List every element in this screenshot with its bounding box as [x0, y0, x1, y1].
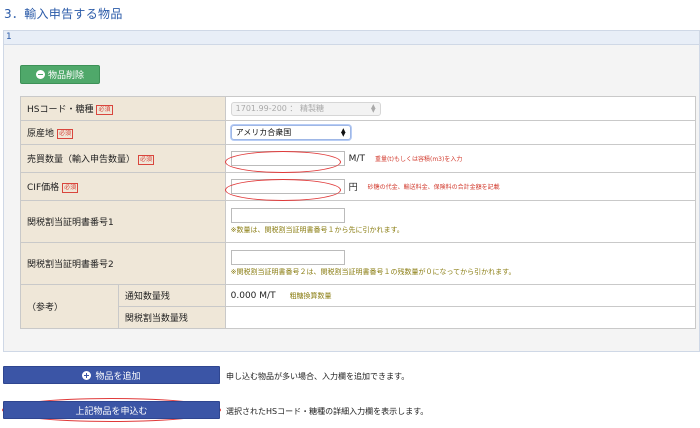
hs-code-select[interactable]: 1701.99-200 ： 精製糖 ▲ ▼ — [230, 101, 381, 116]
notified-label-cell: 通知数量残 — [117, 284, 226, 307]
cert2-label-cell: 関税割当証明書番号2 — [20, 242, 226, 285]
cert1-label-cell: 関税割当証明書番号1 — [20, 200, 226, 243]
delete-item-button[interactable]: 物品削除 — [20, 65, 100, 84]
quantity-unit: M/T — [348, 153, 365, 164]
table-row: CIF価格 必須 円 砂糖の代金、輸送料金、保険料の合計金額を記載 — [20, 172, 697, 201]
select-arrows-icon: ▲ ▼ — [371, 102, 376, 114]
origin-value-cell: アメリカ合衆国 ▲ ▼ — [224, 120, 697, 145]
cert2-input[interactable] — [230, 250, 345, 265]
cert2-value-cell: ※関税割当証明書番号２は、関税割当証明書番号１の残数量が０になってから引かれます… — [224, 242, 697, 285]
origin-select[interactable]: アメリカ合衆国 ▲ ▼ — [230, 125, 351, 140]
cert1-label: 関税割当証明書番号1 — [27, 218, 114, 228]
quantity-input[interactable] — [230, 151, 345, 166]
quota-remaining-label-cell: 関税割当数量残 — [117, 306, 226, 329]
section-title: 3．輸入申告する物品 — [4, 7, 123, 21]
table-row: HSコード・糖種 必須 1701.99-200 ： 精製糖 ▲ ▼ — [20, 96, 697, 121]
reference-label-cell: （参考） — [20, 284, 119, 329]
notified-label: 通知数量残 — [124, 292, 170, 302]
add-item-button[interactable]: 物品を追加 — [3, 366, 220, 384]
add-item-label: 物品を追加 — [95, 371, 141, 382]
origin-label: 原産地 — [27, 129, 55, 139]
quantity-value-cell: M/T 重量(t)もしくは容積(m3)を入力 — [224, 144, 697, 173]
table-row: 関税割当証明書番号2 ※関税割当証明書番号２は、関税割当証明書番号１の残数量が０… — [20, 242, 697, 285]
notified-value: 0.000 M/T — [230, 290, 276, 301]
quantity-note: 重量(t)もしくは容積(m3)を入力 — [374, 156, 463, 163]
origin-value: アメリカ合衆国 — [235, 128, 292, 137]
item-panel: 1 物品削除 HSコード・糖種必須 1701.99-200 ： 精製糖 ▲▼ — [3, 30, 700, 352]
cif-value-cell: 円 砂糖の代金、輸送料金、保険料の合計金額を記載 — [224, 172, 697, 201]
table-row: 関税割当証明書番号1 ※数量は、関税割当証明書番号１から先に引かれます。 — [20, 200, 697, 243]
plus-circle-icon — [82, 370, 92, 380]
quantity-label-cell: 売買数量（輸入申告数量） 必須 — [20, 144, 226, 173]
required-badge: 必須 — [62, 182, 79, 193]
panel-number: 1 — [4, 31, 699, 45]
quota-remaining-label: 関税割当数量残 — [124, 314, 188, 324]
quantity-label: 売買数量（輸入申告数量） — [27, 155, 136, 165]
table-row: （参考） 通知数量残 0.000 M/T 粗糖換算数量 — [20, 284, 697, 329]
required-badge: 必須 — [96, 104, 113, 115]
delete-item-label: 物品削除 — [47, 71, 84, 81]
submit-items-button[interactable]: 上記物品を申込む — [3, 401, 220, 419]
panel-body: 物品削除 HSコード・糖種 必須 1701.99-200 ： 精製糖 ▲ ▼ 原… — [4, 45, 699, 351]
item-form-table: HSコード・糖種 必須 1701.99-200 ： 精製糖 ▲ ▼ 原産地 必須 アメ… — [20, 96, 697, 329]
cif-note: 砂糖の代金、輸送料金、保険料の合計金額を記載 — [367, 184, 500, 191]
cif-label-cell: CIF価格 必須 — [20, 172, 226, 201]
hs-value-cell: 1701.99-200 ： 精製糖 ▲ ▼ — [224, 96, 697, 121]
hs-label: HSコード・糖種 — [27, 105, 94, 115]
table-row: 原産地 必須 アメリカ合衆国 ▲ ▼ — [20, 120, 697, 145]
cert1-value-cell: ※数量は、関税割当証明書番号１から先に引かれます。 — [224, 200, 697, 243]
required-badge: 必須 — [138, 154, 155, 165]
minus-circle-icon — [35, 70, 45, 79]
reference-label: （参考） — [27, 303, 64, 313]
cif-unit: 円 — [348, 183, 358, 193]
table-row: 関税割当数量残 — [21, 306, 697, 329]
required-badge: 必須 — [57, 128, 74, 139]
cif-price-input[interactable] — [230, 179, 345, 194]
table-row: 売買数量（輸入申告数量） 必須 M/T 重量(t)もしくは容積(m3)を入力 — [20, 144, 697, 173]
notified-value-cell: 0.000 M/T 粗糖換算数量 — [224, 284, 697, 307]
cert1-note: ※数量は、関税割当証明書番号１から先に引かれます。 — [230, 226, 404, 234]
cert2-note: ※関税割当証明書番号２は、関税割当証明書番号１の残数量が０になってから引かれます… — [230, 268, 516, 276]
origin-label-cell: 原産地 必須 — [20, 120, 226, 145]
hs-code-value: 1701.99-200 ： 精製糖 — [235, 104, 324, 113]
add-item-description: 申し込む物品が多い場合、入力欄を追加できます。 — [226, 372, 410, 381]
hs-label-cell: HSコード・糖種 必須 — [20, 96, 226, 121]
submit-items-label: 上記物品を申込む — [75, 406, 148, 417]
cif-label: CIF価格 — [27, 183, 60, 193]
submit-items-description: 選択されたHSコード・糖種の詳細入力欄を表示します。 — [226, 407, 429, 416]
cert2-label: 関税割当証明書番号2 — [27, 260, 114, 270]
quota-remaining-value-cell — [224, 306, 697, 329]
select-arrows-icon: ▲ ▼ — [341, 126, 346, 138]
cert1-input[interactable] — [230, 208, 345, 223]
notified-note: 粗糖換算数量 — [289, 291, 332, 300]
